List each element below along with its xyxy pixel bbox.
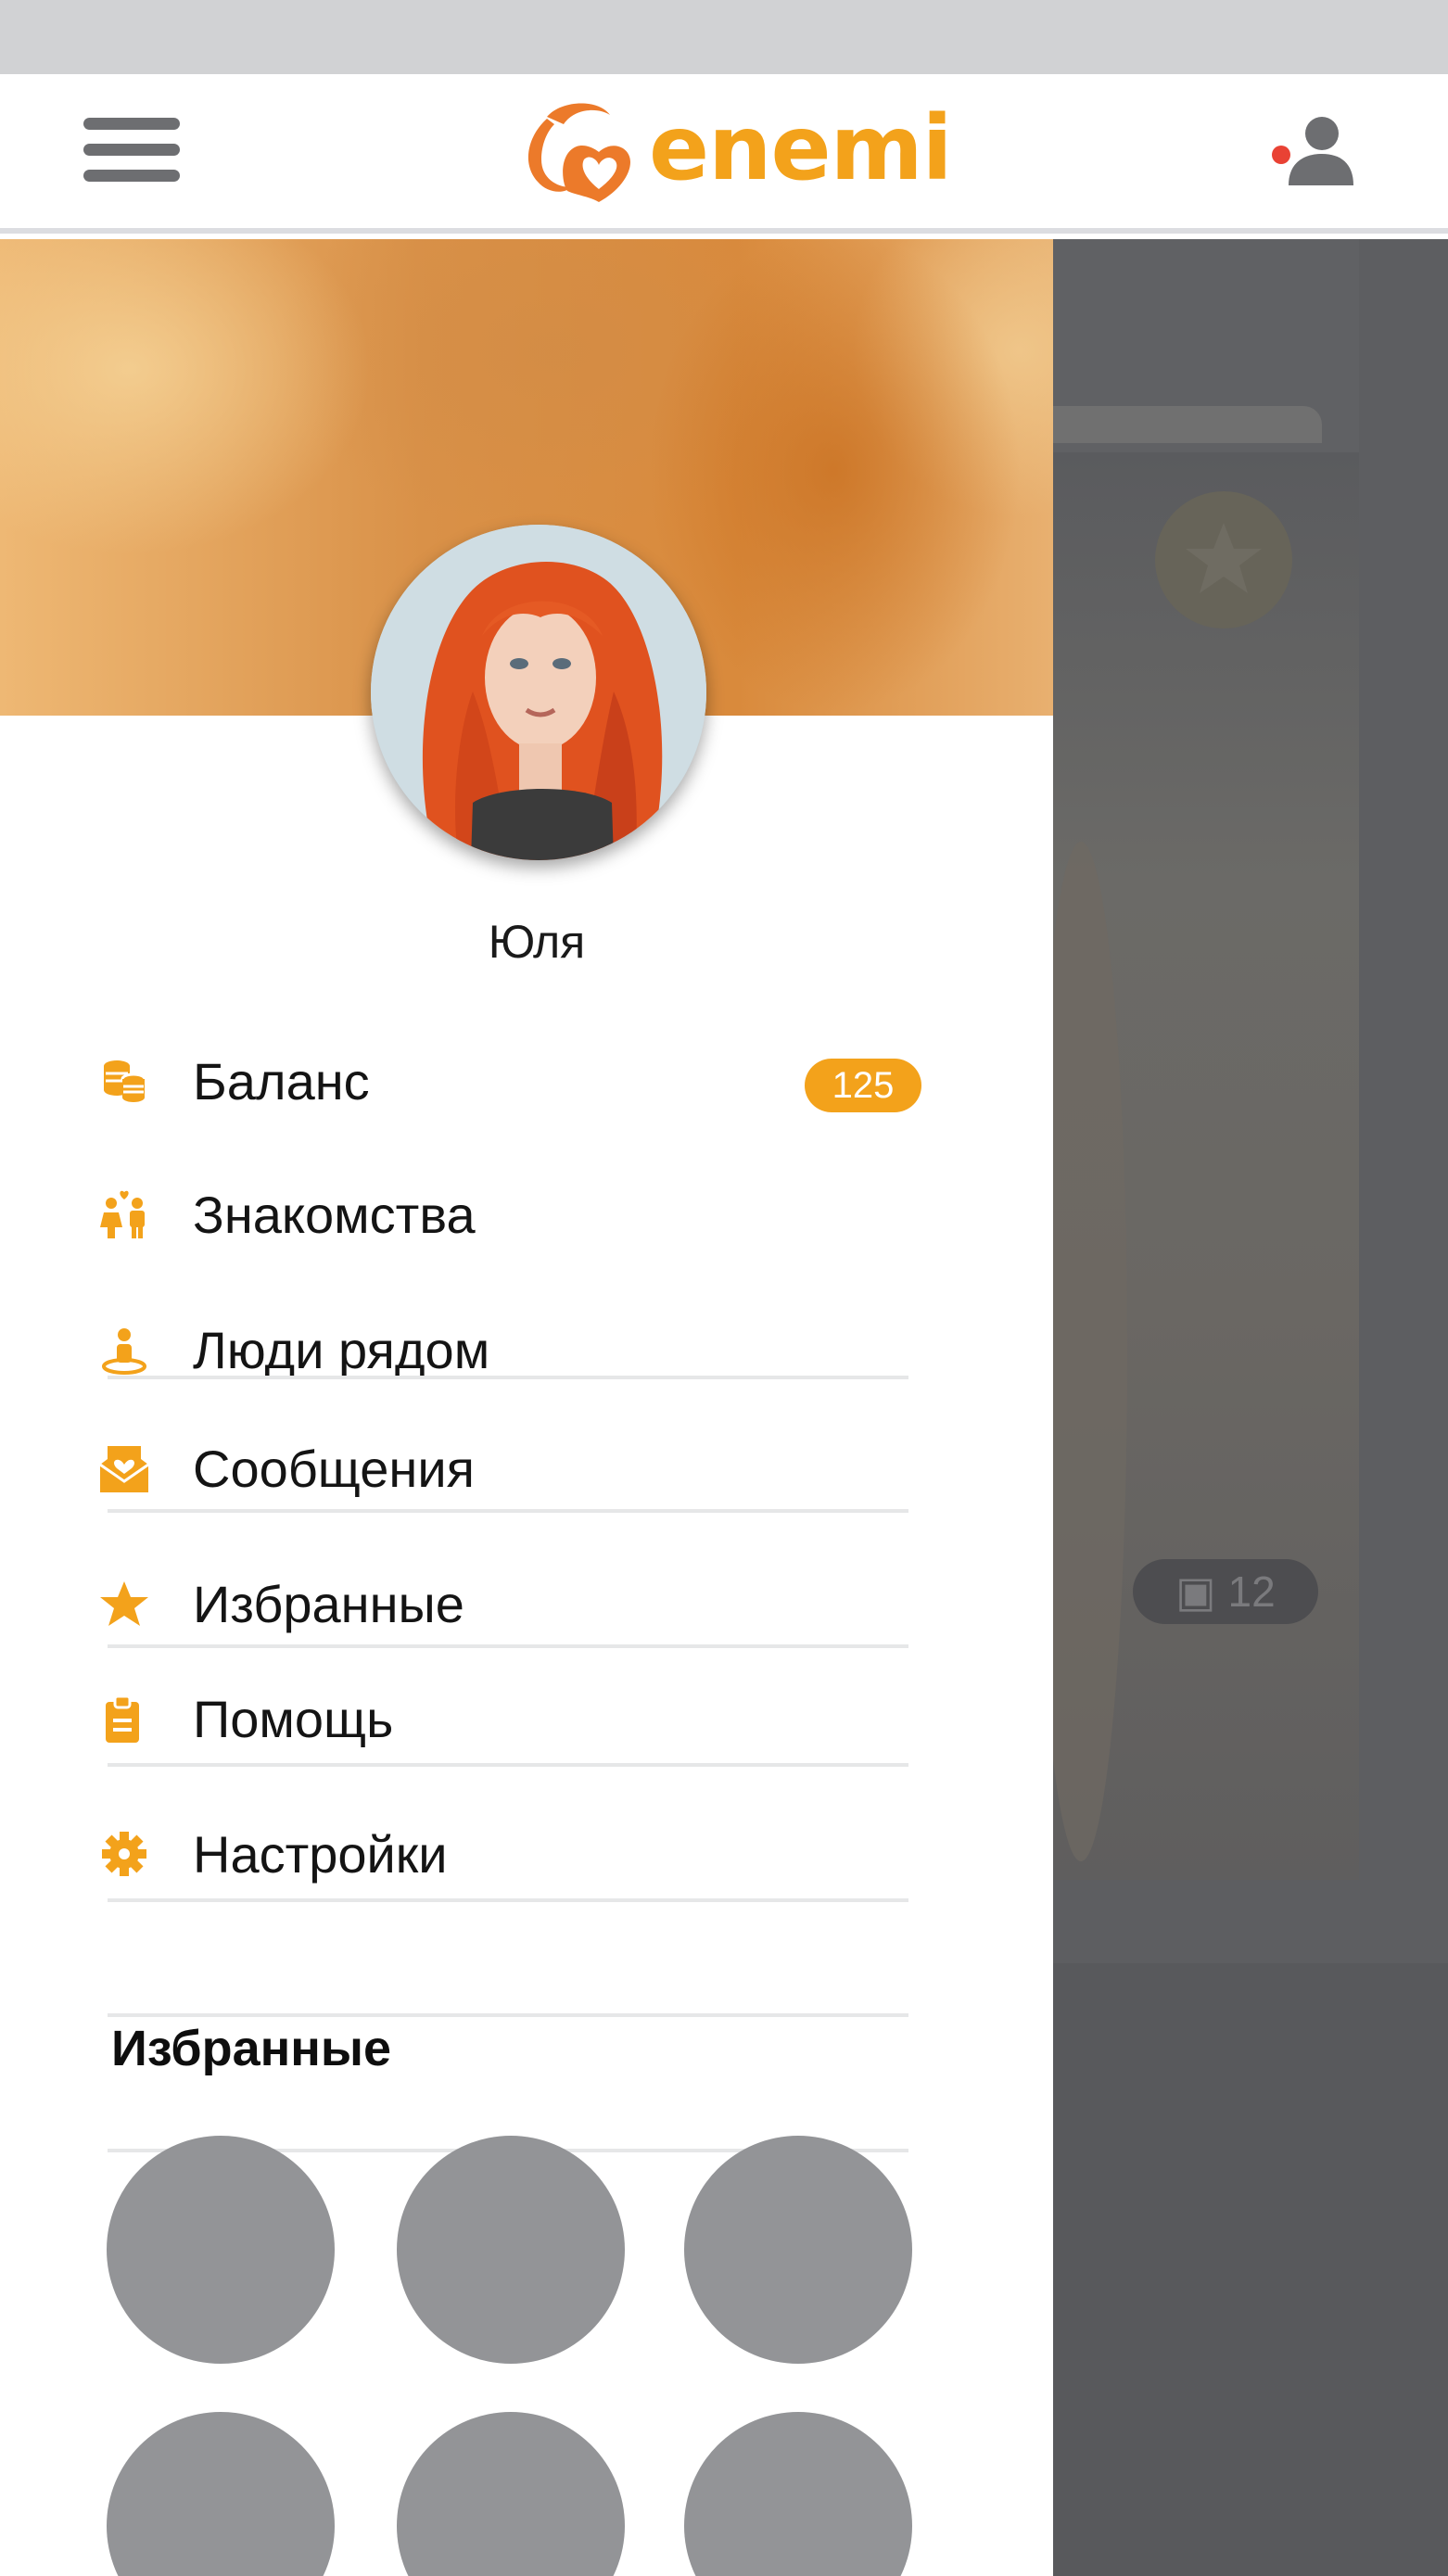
photo-count-value: 12 xyxy=(1227,1567,1276,1616)
heart-envelope-icon xyxy=(99,1446,149,1492)
menu-divider xyxy=(108,2013,908,2017)
menu-item-label: Знакомства xyxy=(193,1186,476,1244)
menu-divider xyxy=(108,1763,908,1767)
menu-item-label: Люди рядом xyxy=(193,1321,490,1379)
menu-item-label: Баланс xyxy=(193,1052,370,1110)
menu-item-balance[interactable]: Баланс 125 xyxy=(104,1033,921,1162)
favorite-avatar[interactable] xyxy=(684,2412,912,2576)
gear-icon xyxy=(102,1832,146,1876)
favorite-avatar[interactable] xyxy=(397,2136,625,2364)
user-name: Юля xyxy=(488,916,586,968)
logo-heart-icon xyxy=(527,103,630,202)
menu-item-label: Настройки xyxy=(193,1825,448,1884)
menu-divider xyxy=(108,1376,908,1379)
camera-icon: ▣ xyxy=(1175,1567,1216,1616)
favorite-avatar[interactable] xyxy=(107,2136,335,2364)
menu-item-favorites[interactable]: Избранные xyxy=(100,1555,908,1685)
couple-icon xyxy=(100,1190,145,1238)
logo-text: enemi xyxy=(649,96,952,200)
side-drawer: Юля Баланс 125 Знакомства Люди рядом Соо… xyxy=(0,239,1053,2576)
menu-divider xyxy=(108,1509,908,1513)
help-clipboard-icon xyxy=(106,1694,139,1743)
user-icon xyxy=(1289,117,1353,185)
menu-item-messages[interactable]: Сообщения xyxy=(99,1420,908,1550)
background-favorite-button xyxy=(1155,491,1292,628)
background-strip xyxy=(1053,406,1322,443)
background-lower-area xyxy=(1053,1963,1448,2576)
star-icon xyxy=(100,1581,148,1626)
hamburger-menu-icon[interactable] xyxy=(83,118,180,183)
status-bar xyxy=(0,0,1448,74)
app-logo[interactable]: enemi xyxy=(510,98,952,206)
favorite-avatar[interactable] xyxy=(107,2412,335,2576)
menu-divider xyxy=(108,1644,908,1648)
coins-icon xyxy=(104,1060,146,1102)
favorites-heading: Избранные xyxy=(111,2021,392,2076)
menu-divider xyxy=(108,1898,908,1902)
favorite-avatar[interactable] xyxy=(397,2412,625,2576)
menu-item-label: Помощь xyxy=(193,1690,394,1748)
app-header: enemi xyxy=(0,74,1448,234)
avatar-photo xyxy=(371,525,706,860)
balance-badge: 125 xyxy=(805,1059,921,1112)
star-icon xyxy=(1186,523,1262,593)
favorite-avatar[interactable] xyxy=(684,2136,912,2364)
background-photo-count: ▣ 12 xyxy=(1133,1559,1318,1624)
menu-item-people-nearby[interactable]: Люди рядом xyxy=(102,1301,908,1431)
location-person-icon xyxy=(102,1328,146,1375)
menu-item-label: Избранные xyxy=(193,1575,464,1633)
user-avatar[interactable] xyxy=(371,525,706,860)
menu-item-settings[interactable]: Настройки xyxy=(102,1806,908,1935)
menu-item-dating[interactable]: Знакомства xyxy=(100,1166,908,1296)
menu-item-label: Сообщения xyxy=(193,1440,475,1498)
profile-button[interactable] xyxy=(1261,115,1353,189)
background-content-overlay[interactable]: ▣ 12 xyxy=(1053,239,1448,2576)
menu-item-help[interactable]: Помощь xyxy=(106,1670,908,1800)
